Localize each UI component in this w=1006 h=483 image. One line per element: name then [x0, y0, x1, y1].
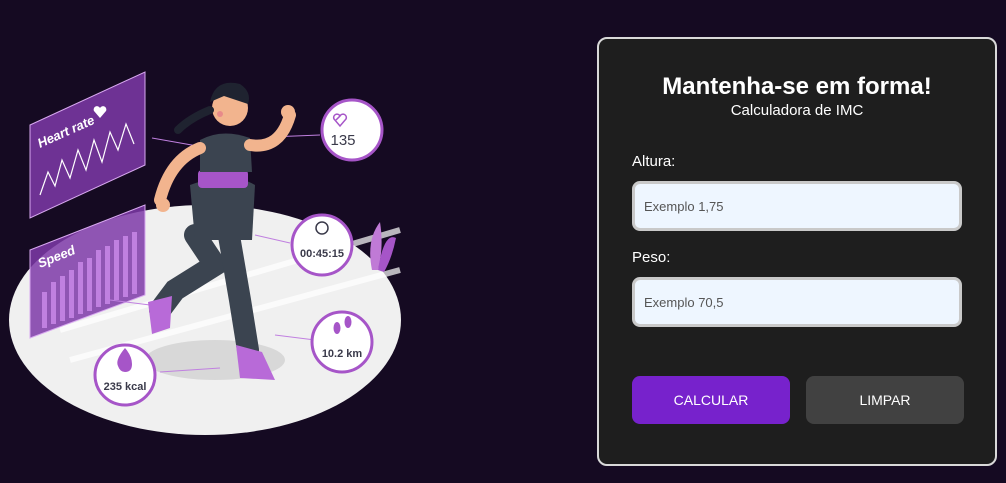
heart-stat-badge: 135 — [320, 98, 384, 162]
bmi-calculator-card: Mantenha-se em forma! Calculadora de IMC… — [597, 37, 997, 466]
heart-stat-value: 135 — [330, 132, 355, 149]
calories-stat-badge: 235 kcal — [93, 343, 157, 407]
distance-stat-badge: 10.2 km — [310, 310, 374, 374]
form-title: Mantenha-se em forma! — [662, 73, 932, 100]
height-label: Altura: — [632, 153, 676, 170]
distance-stat-value: 10.2 km — [322, 348, 363, 360]
clear-button[interactable]: LIMPAR — [806, 376, 964, 424]
fitness-illustration: Heart rate Speed 135 00:45:15 10.2 km 23… — [0, 0, 590, 478]
runner-illustration: Heart rate Speed 135 00:45:15 10.2 km 23… — [9, 71, 401, 435]
weight-input[interactable] — [632, 277, 962, 327]
timer-stat-badge: 00:45:15 — [290, 213, 354, 277]
timer-stat-value: 00:45:15 — [300, 248, 344, 260]
calculate-button[interactable]: CALCULAR — [632, 376, 790, 424]
height-input[interactable] — [632, 181, 962, 231]
weight-label: Peso: — [632, 249, 671, 266]
form-subtitle: Calculadora de IMC — [730, 102, 864, 119]
heart-rate-panel: Heart rate — [29, 71, 146, 219]
calories-stat-value: 235 kcal — [104, 381, 147, 393]
